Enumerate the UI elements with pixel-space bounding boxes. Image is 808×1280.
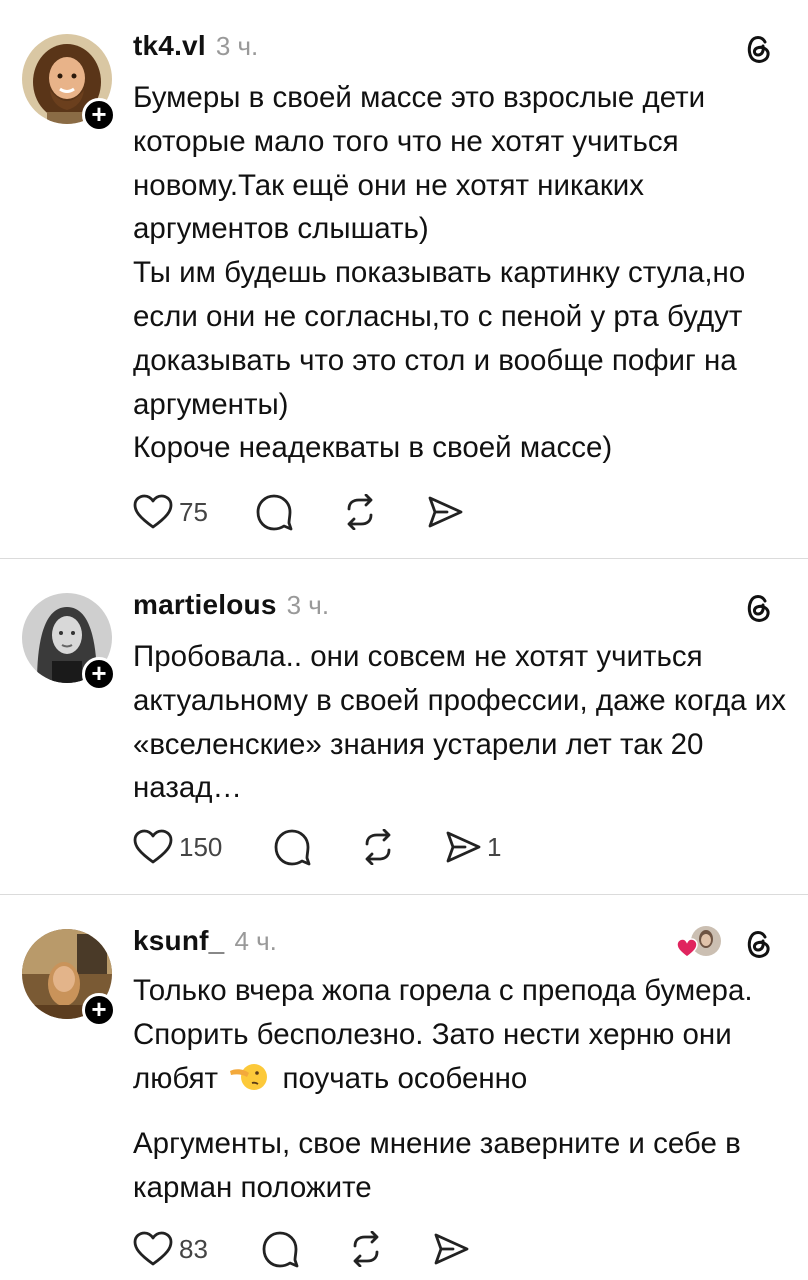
comment-button[interactable] (273, 828, 359, 866)
username[interactable]: tk4.vl (133, 30, 206, 62)
share-button[interactable] (433, 1232, 475, 1266)
username[interactable]: ksunf_ (133, 925, 224, 957)
threads-logo-icon[interactable] (742, 32, 774, 66)
repost-button[interactable] (359, 829, 445, 865)
repost-icon (347, 494, 373, 530)
timestamp: 4 ч. (234, 926, 277, 956)
like-count: 75 (179, 496, 208, 527)
repost-icon (353, 1231, 379, 1267)
heart-icon (133, 1231, 173, 1266)
action-bar: 150 1 (133, 825, 501, 869)
post-1: + tk4.vl 3 ч. Бумеры в своей массе это в… (0, 0, 808, 558)
liked-by-indicator[interactable] (676, 925, 724, 961)
share-icon (446, 831, 481, 863)
action-bar: 83 (133, 1227, 475, 1271)
shushing-face-emoji-icon (230, 1060, 268, 1092)
like-button[interactable]: 150 (133, 829, 273, 865)
share-icon (428, 496, 463, 528)
like-count: 150 (179, 831, 223, 862)
paragraph: Ты им будешь показывать картинку стула,н… (133, 256, 746, 421)
like-button[interactable]: 75 (133, 494, 255, 530)
username[interactable]: martielous (133, 589, 277, 621)
post-header: tk4.vl 3 ч. (133, 30, 258, 66)
paragraph: Бумеры в своей массе это взрослые дети к… (133, 81, 706, 246)
follow-plus-icon[interactable]: + (82, 98, 116, 132)
timestamp: 3 ч. (286, 590, 330, 620)
repost-icon (365, 829, 391, 865)
post-2: + martielous 3 ч. Пробовала.. они совсем… (0, 559, 808, 894)
share-button[interactable]: 1 (445, 830, 501, 864)
action-bar: 75 (133, 490, 469, 534)
like-count: 83 (179, 1233, 208, 1264)
threads-logo-icon[interactable] (742, 927, 774, 961)
post-header: martielous 3 ч. (133, 589, 329, 625)
repost-button[interactable] (341, 494, 427, 530)
comment-icon (262, 1231, 299, 1268)
post-text: Бумеры в своей массе это взрослые дети к… (133, 76, 793, 470)
comment-button[interactable] (261, 1230, 347, 1268)
paragraph: Короче неадекваты в своей массе) (133, 431, 613, 465)
comment-button[interactable] (255, 493, 341, 531)
heart-badge-icon (676, 938, 698, 958)
share-icon (434, 1233, 469, 1265)
paragraph: Аргументы, свое мнение заверните и себе … (133, 1127, 741, 1205)
like-button[interactable]: 83 (133, 1231, 261, 1267)
post-header: ksunf_ 4 ч. (133, 925, 277, 961)
paragraph: Пробовала.. они совсем не хотят учиться … (133, 640, 786, 805)
heart-icon (133, 494, 173, 529)
repost-button[interactable] (347, 1231, 433, 1267)
share-button[interactable] (427, 495, 469, 529)
comment-icon (256, 494, 293, 531)
text-segment: поучать особенно (282, 1061, 528, 1095)
heart-icon (133, 829, 173, 864)
comment-icon (274, 829, 311, 866)
paragraph: Только вчера жопа горела с препода бумер… (133, 969, 793, 1100)
share-count: 1 (487, 831, 502, 862)
post-text: Только вчера жопа горела с препода бумер… (133, 969, 793, 1210)
follow-plus-icon[interactable]: + (82, 657, 116, 691)
post-3: + ksunf_ 4 ч. Только вчера жопа горела с… (0, 895, 808, 1280)
post-text: Пробовала.. они совсем не хотят учиться … (133, 635, 793, 810)
threads-logo-icon[interactable] (742, 591, 774, 625)
follow-plus-icon[interactable]: + (82, 993, 116, 1027)
timestamp: 3 ч. (215, 31, 259, 61)
